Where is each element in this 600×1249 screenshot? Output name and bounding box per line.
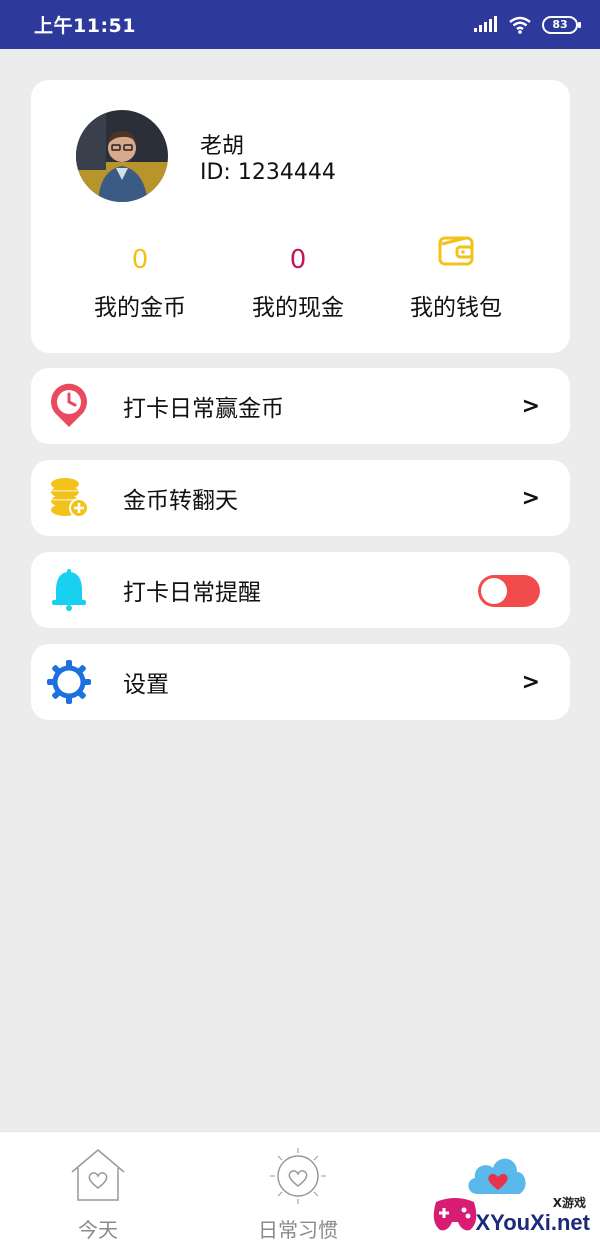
status-bar: 上午11:51 83 xyxy=(0,0,600,49)
watermark-small-text: X游戏 xyxy=(552,1196,586,1210)
toggle-knob xyxy=(481,578,507,604)
house-heart-icon xyxy=(71,1149,125,1201)
menu-checkin-coins[interactable]: 打卡日常赢金币 > xyxy=(31,368,570,444)
tab-daily-habits[interactable]: 日常习惯 xyxy=(228,1144,368,1243)
cash-label: 我的现金 xyxy=(252,295,344,321)
gear-icon xyxy=(47,660,91,704)
menu-checkin-reminder: 打卡日常提醒 xyxy=(31,552,570,628)
user-id: ID: 1234444 xyxy=(200,160,336,185)
stat-wallet[interactable]: 我的钱包 xyxy=(376,236,536,322)
menu-settings[interactable]: 设置 > xyxy=(31,644,570,720)
coins-icon xyxy=(51,478,89,518)
reminder-toggle[interactable] xyxy=(478,575,540,607)
menu-label: 金币转翻天 xyxy=(123,488,238,514)
bell-icon xyxy=(52,569,86,611)
watermark-text: XYouXi.net xyxy=(475,1210,591,1235)
chevron-right-icon: > xyxy=(521,485,540,511)
tab-label: 今天 xyxy=(78,1218,118,1242)
status-time: 上午11:51 xyxy=(34,15,136,37)
tab-today[interactable]: 今天 xyxy=(28,1144,168,1243)
sun-heart-icon xyxy=(270,1148,326,1204)
chevron-right-icon: > xyxy=(521,393,540,419)
cash-value: 0 xyxy=(289,245,307,275)
wallet-icon xyxy=(438,236,474,266)
watermark: X游戏 XYouXi.net xyxy=(430,1168,600,1249)
menu-label: 打卡日常提醒 xyxy=(123,580,261,606)
menu-label: 设置 xyxy=(123,672,169,698)
profile-card: 老胡 ID: 1234444 0 我的金币 0 我的现金 我的钱包 xyxy=(31,80,570,353)
battery-indicator: 83 xyxy=(542,15,581,34)
gamepad-logo-icon xyxy=(433,1198,477,1231)
tab-label: 日常习惯 xyxy=(258,1218,338,1242)
clock-pin-icon xyxy=(51,383,87,427)
chevron-right-icon: > xyxy=(521,669,540,695)
avatar[interactable] xyxy=(76,110,168,202)
stat-coins[interactable]: 0 我的金币 xyxy=(60,240,220,322)
user-name: 老胡 xyxy=(200,134,245,159)
coins-label: 我的金币 xyxy=(94,295,186,321)
status-icons: 83 xyxy=(474,15,581,34)
wallet-label: 我的钱包 xyxy=(410,295,502,321)
signal-icon xyxy=(474,15,497,32)
stat-cash[interactable]: 0 我的现金 xyxy=(218,240,378,322)
menu-label: 打卡日常赢金币 xyxy=(123,396,284,422)
coins-value: 0 xyxy=(131,245,149,275)
menu-coin-flip[interactable]: 金币转翻天 > xyxy=(31,460,570,536)
wifi-icon xyxy=(509,16,531,34)
